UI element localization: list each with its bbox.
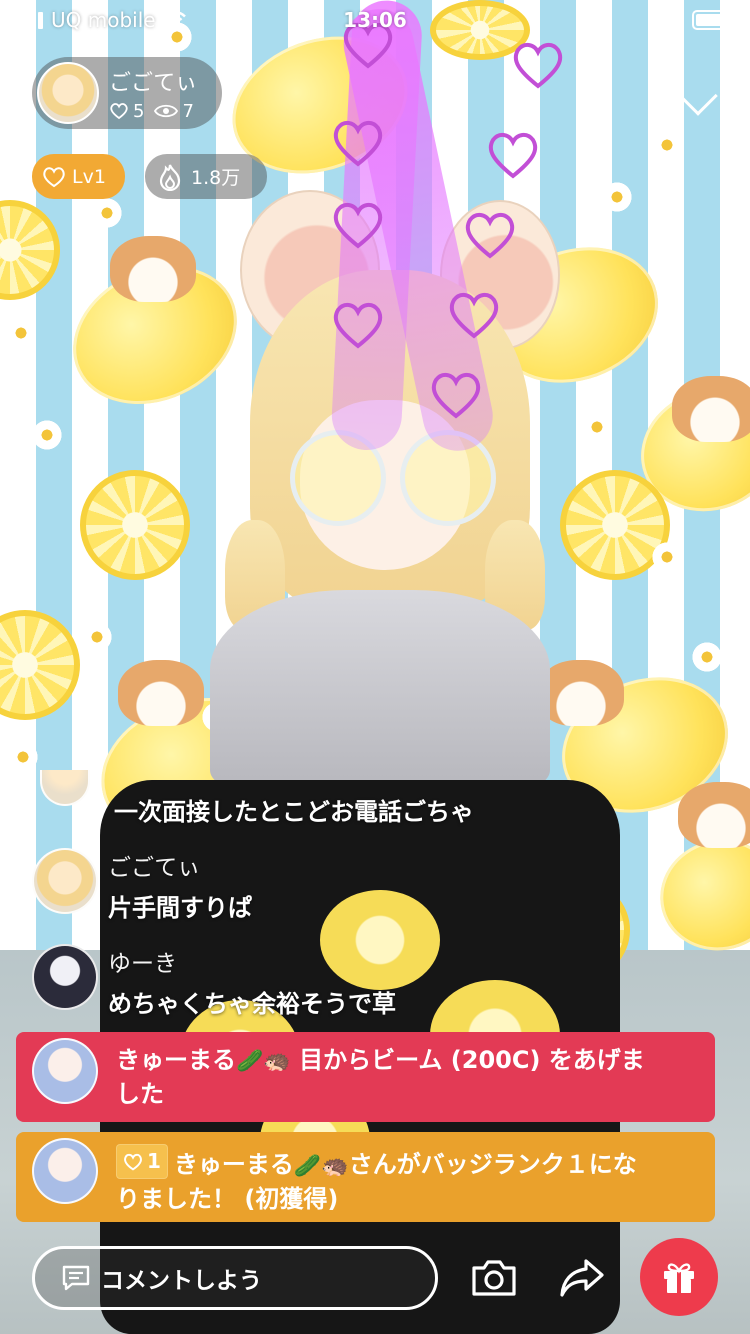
chat-message: ごごてぃ 片手間すりぱ [32, 848, 252, 923]
sender-emoji-decoration: 🥒🦔 [293, 1153, 349, 1179]
host-name: ごごてぃ [109, 70, 198, 96]
flower-decoration [650, 540, 684, 574]
chat-message-text: 一次面接したとこどお電話ごちゃ [114, 798, 474, 826]
gift-icon [664, 1263, 694, 1293]
gift-button[interactable] [640, 1238, 718, 1316]
badge-rank-number: 1 [147, 1149, 161, 1173]
chat-username: ごごてぃ [108, 855, 201, 881]
flower-decoration [580, 410, 614, 444]
lemon-slice-decoration [530, 880, 630, 980]
hamster-decoration [538, 660, 624, 726]
lemon-slice-decoration [0, 200, 60, 300]
level-badge[interactable]: Lv1 [32, 154, 125, 199]
gift-message-continued: した [116, 1080, 164, 1108]
flower-decoration [6, 740, 40, 774]
badge-rank-chip: 1 [116, 1144, 168, 1179]
camera-button[interactable] [466, 1250, 522, 1306]
gift-sender-avatar[interactable] [32, 1038, 98, 1104]
host-avatar[interactable] [37, 62, 99, 124]
flower-decoration [200, 700, 234, 734]
flower-decoration [80, 620, 114, 654]
gift-message: 目からビーム (200C) をあげま [290, 1046, 645, 1074]
comment-input[interactable]: コメントしよう [32, 1246, 438, 1310]
flower-decoration [30, 418, 64, 452]
heart-icon [110, 103, 128, 120]
chat-user-avatar[interactable] [32, 848, 98, 914]
comment-bubble-icon [62, 1265, 90, 1291]
chat-message: 一次面接したとこどお電話ごちゃ [32, 770, 474, 827]
flower-decoration [90, 196, 124, 230]
flower-decoration [650, 128, 684, 162]
chat-message-text: めちゃくちゃ余裕そうで草 [108, 990, 396, 1018]
flower-decoration [600, 180, 634, 214]
gift-sender-name: きゅーまる [116, 1046, 236, 1074]
chat-user-avatar[interactable] [40, 770, 90, 806]
gift-sender-name: きゅーまる [173, 1150, 294, 1179]
hamster-decoration [678, 782, 750, 848]
clock: 13:06 [343, 8, 407, 32]
battery-icon [692, 10, 736, 30]
gift-sender-avatar[interactable] [32, 1138, 98, 1204]
badge-heart-icon [43, 166, 65, 187]
gift-notification: きゅーまる🥒🦔 目からビーム (200C) をあげま した [16, 1032, 715, 1122]
flower-decoration [4, 316, 38, 350]
eye-icon [154, 104, 179, 118]
hamster-decoration [110, 236, 196, 302]
lemon-slice-decoration [0, 610, 80, 720]
level-label: Lv1 [72, 165, 106, 188]
like-count: 5 [133, 100, 145, 122]
share-button[interactable] [554, 1250, 610, 1306]
lemon-decoration [472, 224, 678, 406]
flower-decoration [690, 640, 724, 674]
badge-message-continued: りました！ (初獲得) [116, 1184, 339, 1213]
sender-emoji-decoration: 🥒🦔 [236, 1049, 291, 1074]
chat-username: ゆーき [108, 951, 177, 977]
popularity-badge[interactable]: 1.8万 [145, 154, 267, 199]
chat-message-text: 片手間すりぱ [108, 894, 252, 922]
chat-user-avatar[interactable] [32, 944, 98, 1010]
chat-message: ゆーき めちゃくちゃ余裕そうで草 [32, 944, 396, 1019]
popularity-count: 1.8万 [191, 167, 241, 189]
lemon-slice-decoration [80, 470, 190, 580]
comment-placeholder: コメントしよう [101, 1268, 262, 1294]
badge-heart-icon [124, 1153, 142, 1171]
viewer-count: 7 [182, 100, 194, 122]
host-profile-card[interactable]: ごごてぃ 5 7 [32, 57, 222, 129]
battery-level [696, 14, 723, 26]
hamster-decoration [118, 660, 204, 726]
flame-icon [159, 164, 181, 191]
share-arrow-icon [560, 1259, 604, 1297]
status-bar: UQ mobile 13:06 [0, 0, 750, 40]
hamster-decoration [672, 376, 750, 442]
camera-icon [472, 1260, 516, 1296]
badge-rank-notification: 1 きゅーまる🥒🦔さんがバッジランク１にな りました！ (初獲得) [16, 1132, 715, 1222]
badge-message: さんがバッジランク１にな [348, 1150, 637, 1179]
